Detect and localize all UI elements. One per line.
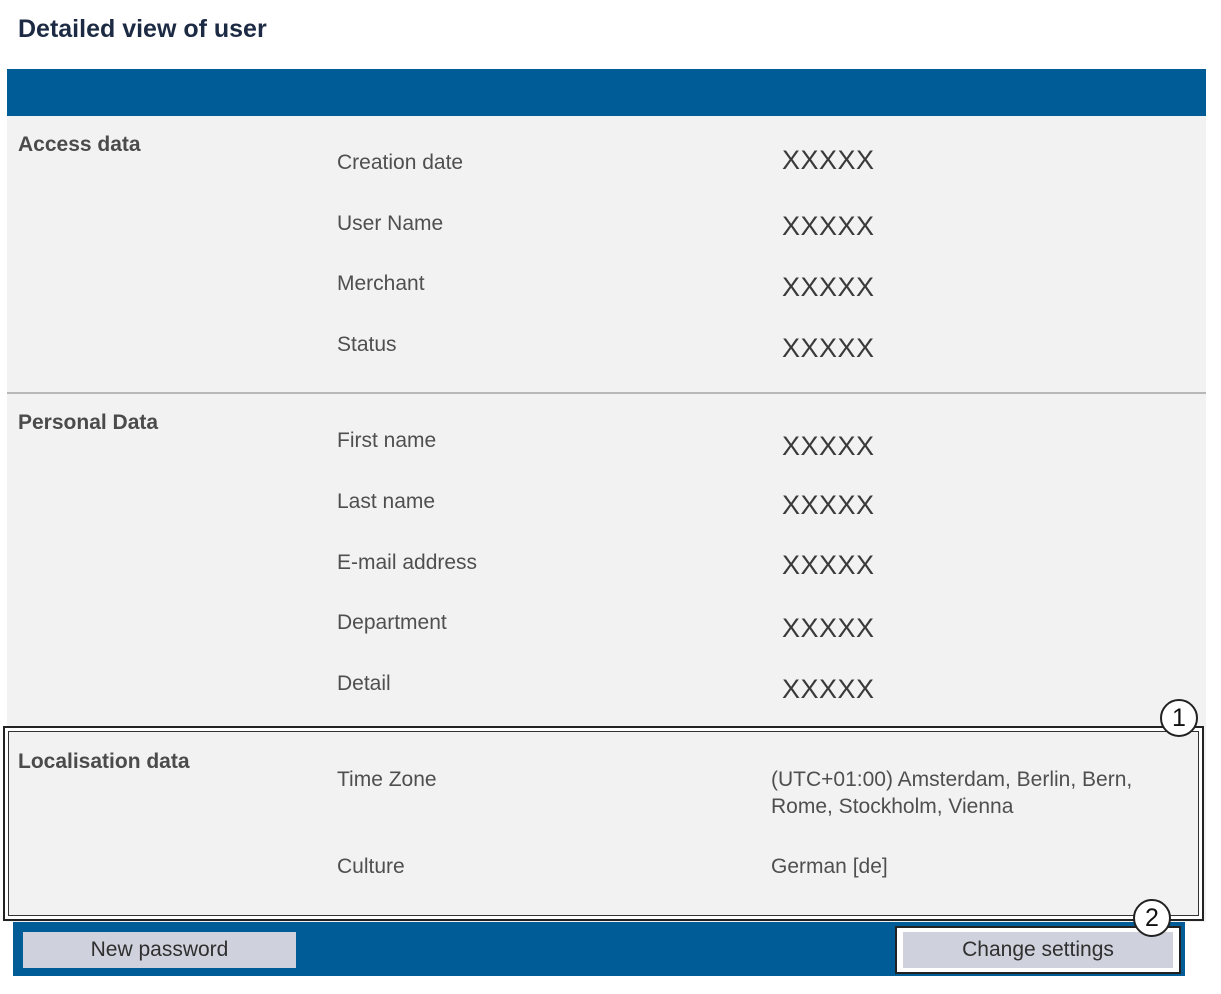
label-merchant: Merchant (337, 272, 425, 295)
callout-marker-1: 1 (1160, 699, 1198, 737)
label-culture: Culture (337, 855, 405, 878)
header-band (7, 69, 1206, 116)
value-time-zone-line1: (UTC+01:00) Amsterdam, Berlin, Bern, (771, 768, 1133, 791)
value-department: XXXXX (782, 613, 875, 643)
section-divider (7, 392, 1206, 394)
value-user-name: XXXXX (782, 211, 875, 241)
section-title-localisation: Localisation data (18, 750, 190, 773)
value-first-name: XXXXX (782, 431, 875, 461)
label-first-name: First name (337, 429, 437, 452)
value-culture: German [de] (771, 855, 888, 878)
section-title-personal: Personal Data (18, 411, 159, 434)
value-merchant: XXXXX (782, 272, 875, 302)
label-creation-date: Creation date (337, 151, 464, 174)
label-last-name: Last name (337, 490, 436, 513)
value-email-address: XXXXX (782, 550, 875, 580)
section-title-access: Access data (18, 133, 141, 156)
label-detail: Detail (337, 672, 391, 695)
value-time-zone-line2: Rome, Stockholm, Vienna (771, 795, 1014, 818)
page-title: Detailed view of user (18, 15, 267, 43)
label-time-zone: Time Zone (337, 768, 437, 791)
label-department: Department (337, 611, 447, 634)
label-email-address: E-mail address (337, 551, 478, 574)
value-status: XXXXX (782, 333, 875, 363)
value-detail: XXXXX (782, 674, 875, 704)
value-last-name: XXXXX (782, 490, 875, 520)
label-user-name: User Name (337, 212, 444, 235)
new-password-button[interactable]: New password (23, 932, 296, 968)
callout-marker-2: 2 (1133, 899, 1171, 937)
label-status: Status (337, 333, 397, 356)
change-settings-button[interactable]: Change settings (903, 932, 1173, 968)
value-creation-date: XXXXX (782, 145, 875, 175)
